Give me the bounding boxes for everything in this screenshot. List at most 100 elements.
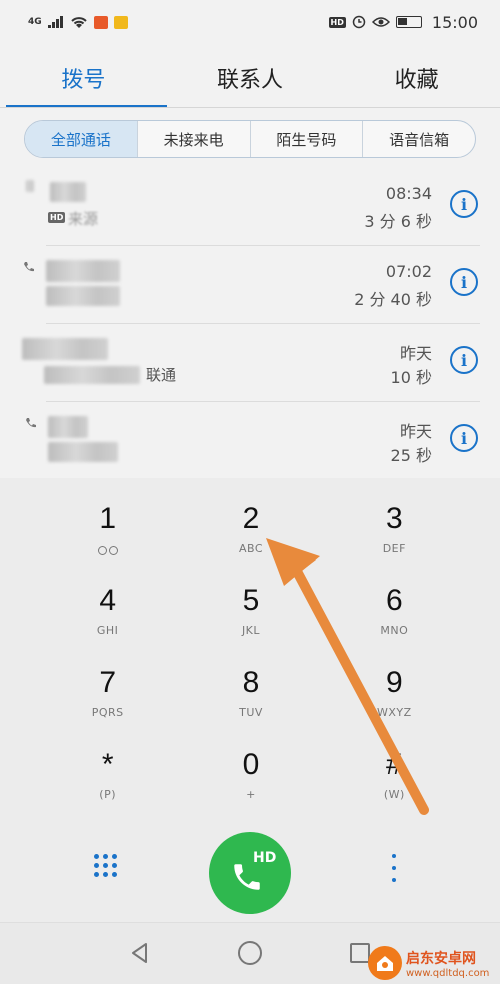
call-duration: 10 秒 bbox=[390, 368, 432, 387]
filter-unknown-numbers[interactable]: 陌生号码 bbox=[249, 121, 363, 157]
status-left: 4G bbox=[28, 15, 128, 29]
blurred-contact-name bbox=[48, 416, 88, 438]
dialpad-toggle-icon[interactable] bbox=[94, 854, 118, 878]
call-duration: 3 分 6 秒 bbox=[364, 212, 432, 231]
filter-missed-calls[interactable]: 未接来电 bbox=[136, 121, 250, 157]
key-letters: PQRS bbox=[91, 706, 124, 719]
call-log-item[interactable]: 07:02 2 分 40 秒 i bbox=[0, 246, 500, 324]
key-5[interactable]: 5 JKL bbox=[179, 574, 322, 656]
call-time: 昨天 bbox=[399, 422, 432, 441]
watermark-url: www.qdltdq.com bbox=[406, 967, 490, 979]
call-time: 08:34 bbox=[385, 184, 432, 203]
voicemail-icon bbox=[97, 546, 118, 555]
home-icon[interactable] bbox=[238, 941, 262, 965]
blurred-contact-number bbox=[44, 366, 140, 384]
key-digit: # bbox=[385, 748, 403, 781]
network-label: 4G bbox=[28, 17, 42, 27]
alarm-icon bbox=[352, 15, 366, 29]
filter-all-calls[interactable]: 全部通话 bbox=[25, 121, 137, 157]
key-digit: 7 bbox=[99, 666, 116, 699]
key-0[interactable]: 0 + bbox=[179, 738, 322, 820]
hd-voice-icon: HD bbox=[328, 16, 346, 28]
call-location: 来源 bbox=[68, 210, 99, 228]
key-letters: GHI bbox=[96, 624, 119, 637]
key-4[interactable]: 4 GHI bbox=[36, 574, 179, 656]
key-hash[interactable]: # (W) bbox=[323, 738, 466, 820]
key-digit: 1 bbox=[99, 502, 116, 535]
filter-voicemail[interactable]: 语音信箱 bbox=[362, 121, 475, 157]
call-button[interactable]: HD bbox=[209, 832, 291, 914]
blurred-contact-name bbox=[50, 182, 86, 202]
incoming-call-icon bbox=[26, 418, 36, 428]
key-digit: 3 bbox=[385, 502, 403, 535]
hd-call-label: HD bbox=[253, 850, 277, 866]
key-digit: 6 bbox=[385, 584, 403, 617]
key-3[interactable]: 3 DEF bbox=[323, 492, 466, 574]
call-duration: 2 分 40 秒 bbox=[354, 290, 432, 309]
call-duration: 25 秒 bbox=[390, 446, 432, 465]
clock: 15:00 bbox=[431, 12, 478, 32]
eye-comfort-icon bbox=[371, 17, 390, 27]
hd-call-icon: HD bbox=[48, 212, 66, 223]
key-letters: WXYZ bbox=[376, 706, 412, 719]
info-icon[interactable]: i bbox=[450, 424, 478, 452]
key-1[interactable]: 1 bbox=[36, 492, 179, 574]
call-filter: 全部通话 未接来电 陌生号码 语音信箱 bbox=[24, 120, 476, 158]
call-time: 昨天 bbox=[399, 344, 432, 363]
dialpad: 1 2 ABC 3 DEF 4 GHI 5 JKL 6 MNO 7 PQRS 8 bbox=[0, 478, 500, 846]
back-icon[interactable] bbox=[128, 941, 152, 965]
call-carrier: 联通 bbox=[146, 366, 177, 384]
key-digit: 8 bbox=[242, 666, 260, 699]
call-log-item[interactable]: 联通 昨天 10 秒 i bbox=[0, 324, 500, 402]
key-letters: MNO bbox=[380, 624, 409, 637]
watermark-logo-icon bbox=[368, 946, 402, 980]
key-letters: + bbox=[246, 788, 256, 801]
tab-contacts[interactable]: 联系人 bbox=[167, 48, 334, 108]
call-log-item[interactable]: 昨天 25 秒 i bbox=[0, 402, 500, 480]
key-digit: 2 bbox=[242, 502, 260, 535]
key-letters: DEF bbox=[382, 542, 406, 555]
dialer-actions: HD bbox=[0, 832, 500, 922]
info-icon[interactable]: i bbox=[450, 190, 478, 218]
blurred-contact-name bbox=[22, 338, 108, 360]
tab-divider bbox=[0, 107, 500, 108]
outgoing-call-icon bbox=[24, 262, 34, 272]
info-icon[interactable]: i bbox=[450, 346, 478, 374]
key-8[interactable]: 8 TUV bbox=[179, 656, 322, 738]
key-digit: 5 bbox=[242, 584, 260, 617]
key-letters: (W) bbox=[383, 788, 405, 801]
key-digit: * bbox=[101, 748, 114, 781]
more-options-icon[interactable] bbox=[390, 854, 398, 882]
wifi-icon bbox=[70, 16, 87, 28]
tab-dial[interactable]: 拨号 bbox=[0, 48, 167, 108]
recent-apps-icon[interactable] bbox=[350, 943, 370, 963]
blurred-contact-name bbox=[26, 180, 34, 192]
info-icon[interactable]: i bbox=[450, 268, 478, 296]
key-6[interactable]: 6 MNO bbox=[323, 574, 466, 656]
call-log-item[interactable]: HD 来源 08:34 3 分 6 秒 i bbox=[0, 168, 500, 246]
key-9[interactable]: 9 WXYZ bbox=[323, 656, 466, 738]
key-letters: TUV bbox=[239, 706, 263, 719]
notification-app-icon bbox=[93, 15, 108, 29]
call-log: HD 来源 08:34 3 分 6 秒 i 07:02 2 分 40 秒 i 联… bbox=[0, 168, 500, 480]
top-tabs: 拨号 联系人 收藏 bbox=[0, 48, 500, 108]
key-letters: JKL bbox=[241, 624, 261, 637]
status-right: HD 15:00 bbox=[328, 12, 478, 32]
call-time: 07:02 bbox=[385, 262, 432, 281]
key-digit: 4 bbox=[99, 584, 116, 617]
blurred-contact-name bbox=[46, 260, 120, 282]
key-letters: (P) bbox=[99, 788, 117, 801]
watermark: 启东安卓网 www.qdltdq.com bbox=[368, 942, 500, 984]
key-2[interactable]: 2 ABC bbox=[179, 492, 322, 574]
blurred-contact-number bbox=[46, 286, 120, 306]
key-7[interactable]: 7 PQRS bbox=[36, 656, 179, 738]
star-app-icon bbox=[113, 15, 128, 29]
dialpad-keys: 1 2 ABC 3 DEF 4 GHI 5 JKL 6 MNO 7 PQRS 8 bbox=[36, 492, 466, 820]
key-digit: 9 bbox=[385, 666, 403, 699]
status-bar: 4G HD 15:00 bbox=[0, 0, 500, 44]
signal-icon bbox=[47, 16, 63, 28]
tab-favorites[interactable]: 收藏 bbox=[333, 48, 500, 108]
key-digit: 0 bbox=[242, 748, 260, 781]
key-star[interactable]: * (P) bbox=[36, 738, 179, 820]
blurred-contact-number bbox=[48, 442, 118, 462]
